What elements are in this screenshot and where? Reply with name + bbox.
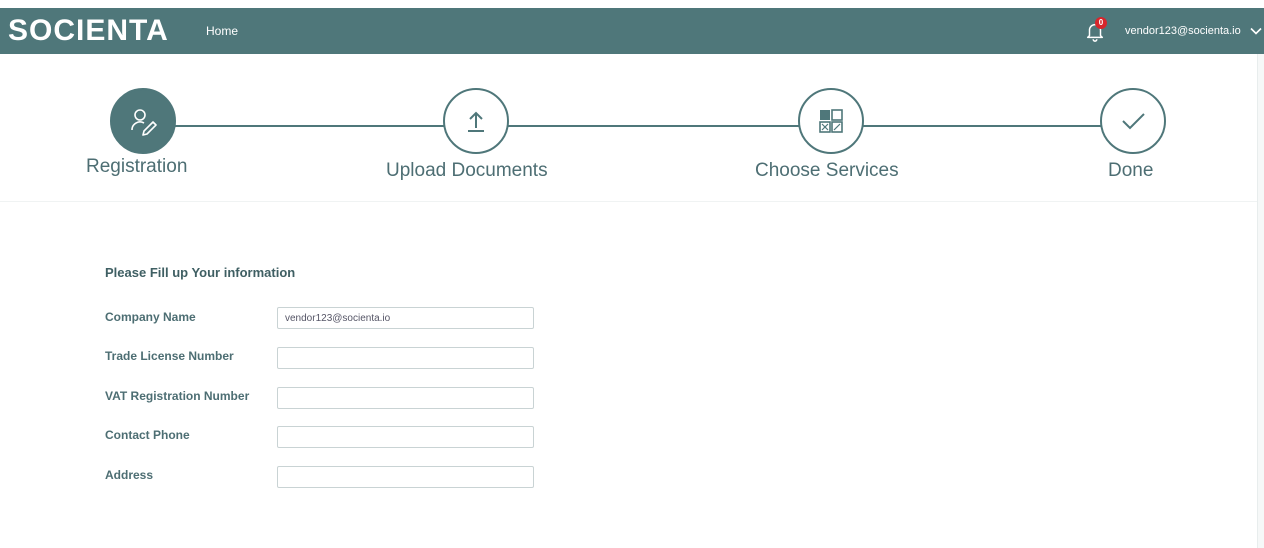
user-edit-icon xyxy=(131,109,157,136)
registration-stepper: Registration Upload Documents Choose Ser… xyxy=(0,54,1264,202)
grid-icon xyxy=(819,109,843,133)
step-label-done: Done xyxy=(1108,160,1154,181)
company-name-label: Company Name xyxy=(105,310,196,324)
upload-icon xyxy=(468,111,484,132)
top-navbar: SOCIENTA Home 0 vendor123@socienta.io xyxy=(0,8,1264,54)
notification-count-badge: 0 xyxy=(1095,17,1107,29)
step-label-registration: Registration xyxy=(86,156,188,177)
step-choose-services[interactable] xyxy=(798,88,864,154)
step-label-upload-documents: Upload Documents xyxy=(386,160,548,181)
home-link[interactable]: Home xyxy=(206,24,238,38)
check-icon xyxy=(1122,113,1145,130)
contact-phone-input[interactable] xyxy=(277,426,534,448)
vat-registration-label: VAT Registration Number xyxy=(105,389,250,403)
form-title: Please Fill up Your information xyxy=(105,265,296,280)
address-input[interactable] xyxy=(277,466,534,488)
chevron-down-icon[interactable] xyxy=(1249,24,1263,38)
step-done[interactable] xyxy=(1100,88,1166,154)
company-name-input[interactable] xyxy=(277,307,534,329)
stepper-connector-line xyxy=(140,125,1134,127)
trade-license-input[interactable] xyxy=(277,347,534,369)
vertical-scrollbar[interactable] xyxy=(1257,54,1264,548)
vat-registration-input[interactable] xyxy=(277,387,534,409)
contact-phone-label: Contact Phone xyxy=(105,428,190,442)
socienta-logo[interactable]: SOCIENTA xyxy=(8,14,169,48)
trade-license-label: Trade License Number xyxy=(105,349,234,363)
step-upload-documents[interactable] xyxy=(443,88,509,154)
user-menu-email[interactable]: vendor123@socienta.io xyxy=(1125,25,1241,37)
address-label: Address xyxy=(105,468,154,482)
step-registration[interactable] xyxy=(110,88,176,154)
step-label-choose-services: Choose Services xyxy=(755,160,899,181)
